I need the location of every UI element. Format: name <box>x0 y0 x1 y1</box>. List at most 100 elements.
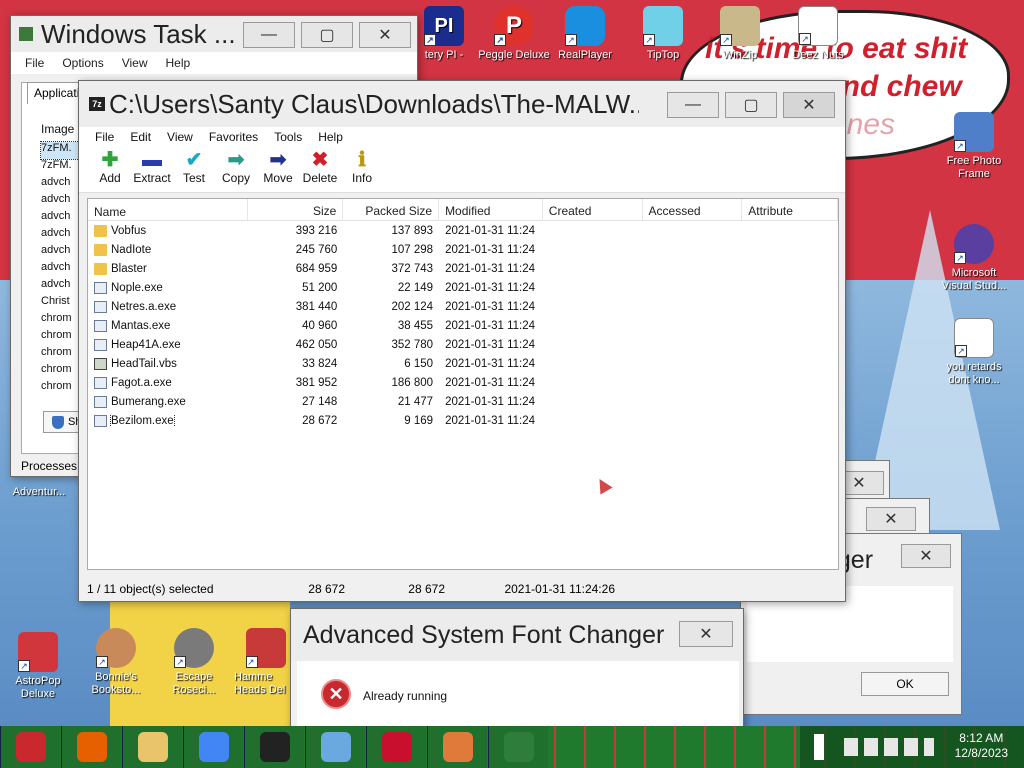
cell-name: Fagot.a.exe <box>88 376 248 389</box>
desktop-icon-you-retards[interactable]: ↗ you retards dont kno... <box>938 318 1010 387</box>
close-button[interactable]: ✕ <box>359 22 411 48</box>
task-manager-titlebar[interactable]: Windows Task ... — ▢ ✕ <box>11 16 417 52</box>
minimize-button[interactable]: — <box>243 22 295 48</box>
sevenzip-statusbar: 1 / 11 object(s) selected 28 672 28 672 … <box>79 577 845 601</box>
ok-button[interactable]: OK <box>861 672 949 696</box>
error-message: Already running <box>363 689 448 703</box>
toolbar-extract-button[interactable]: ▬ Extract <box>131 147 173 192</box>
taskbar-button-paint[interactable] <box>305 726 365 768</box>
file-icon <box>94 376 107 389</box>
desktop-icon-label: RealPlayer <box>558 49 612 61</box>
desktop-icon-winzip[interactable]: ↗ WinZip <box>704 6 776 62</box>
sevenzip-titlebar[interactable]: 7z C:\Users\Santy Claus\Downloads\The-MA… <box>79 81 845 127</box>
table-row[interactable]: Heap41A.exe 462 050 352 780 2021-01-31 11:2… <box>88 335 838 354</box>
menu-file[interactable]: File <box>87 130 122 144</box>
column-header-name[interactable]: Name <box>88 199 248 220</box>
column-header-created[interactable]: Created <box>543 199 643 220</box>
cell-modified: 2021-01-31 11:24 <box>445 262 536 275</box>
maximize-icon: ▢ <box>743 97 759 114</box>
table-row[interactable]: Nople.exe 51 200 22 149 2021-01-31 11:24 <box>88 278 838 297</box>
desktop-icon-visual-studio[interactable]: ↗ Microsoft Visual Stud... <box>938 224 1010 293</box>
cell-modified: 2021-01-31 11:24 <box>445 395 536 408</box>
toolbar-add-button[interactable]: ✚ Add <box>89 147 131 192</box>
minimize-button[interactable]: — <box>667 92 719 118</box>
tray-icons[interactable] <box>844 738 934 756</box>
move-icon: ➡ <box>269 149 287 171</box>
cell-packed: 9 169 <box>404 414 434 427</box>
file-icon <box>94 357 107 370</box>
taskbar-button-file-explorer[interactable] <box>122 726 182 768</box>
table-row[interactable]: HeadTail.vbs 33 824 6 150 2021-01-31 11:24 <box>88 354 838 373</box>
toolbar-info-button[interactable]: ℹ Info <box>341 147 383 192</box>
desktop-icon-astropop[interactable]: ↗ AstroPop Deluxe <box>2 632 74 701</box>
table-row[interactable]: NadIote 245 760 107 298 2021-01-31 11:24 <box>88 240 838 259</box>
maximize-button[interactable]: ▢ <box>301 22 353 48</box>
column-header-accessed[interactable]: Accessed <box>643 199 743 220</box>
copy-icon: ➡ <box>227 149 245 171</box>
close-button[interactable]: ✕ <box>901 544 951 568</box>
table-row[interactable]: Mantas.exe 40 960 38 455 2021-01-31 11:24 <box>88 316 838 335</box>
taskbar-button-task-manager[interactable] <box>488 726 548 768</box>
desktop-icon-adventure[interactable]: Adventur... <box>4 486 74 499</box>
desktop-icon-label: TipTop <box>646 49 680 61</box>
sevenzip-menubar: File Edit View Favorites Tools Help <box>79 127 845 147</box>
file-name: Mantas.exe <box>111 319 171 332</box>
file-icon <box>94 414 107 427</box>
taskbar-button-firefox[interactable] <box>61 726 121 768</box>
taskbar-button-sevenzip[interactable] <box>244 726 304 768</box>
column-header-attributes[interactable]: Attribute <box>742 199 838 220</box>
table-row[interactable]: Blaster 684 959 372 743 2021-01-31 11:24 <box>88 259 838 278</box>
file-name: Netres.a.exe <box>111 300 177 313</box>
menu-options[interactable]: Options <box>62 56 103 70</box>
desktop-icon-bonnie[interactable]: ↗ Bonnie's Booksto... <box>80 628 152 697</box>
desktop-icon-tiptop[interactable]: ↗ TipTop <box>627 6 699 62</box>
desktop-icon-deez-nuts[interactable]: ↗ Deez Nuts <box>782 6 854 62</box>
desktop-icon-pi[interactable]: PI ↗ tery PI - <box>408 6 480 62</box>
cell-size: 245 760 <box>295 243 338 256</box>
toolbar-test-button[interactable]: ✔ Test <box>173 147 215 192</box>
desktop-icon-realplayer[interactable]: ↗ RealPlayer <box>549 6 621 62</box>
menu-view[interactable]: View <box>159 130 201 144</box>
close-button[interactable]: ✕ <box>866 507 916 531</box>
desktop-icon-hammer-heads[interactable]: ↗ Hamme Heads Del <box>234 628 298 697</box>
column-header-modified[interactable]: Modified <box>439 199 543 220</box>
desktop-icon-peggle[interactable]: P ↗ Peggle Deluxe <box>478 6 550 62</box>
close-button[interactable]: ✕ <box>679 621 733 647</box>
table-row[interactable]: Bumerang.exe 27 148 21 477 2021-01-31 11:24 <box>88 392 838 411</box>
cell-modified: 2021-01-31 11:24 <box>445 376 536 389</box>
chrome-icon <box>198 732 229 762</box>
menu-help[interactable]: Help <box>166 56 191 70</box>
desktop-icon-label: Adventur... <box>12 486 66 498</box>
menu-tools[interactable]: Tools <box>266 130 310 144</box>
table-row[interactable]: Netres.a.exe 381 440 202 124 2021-01-31 11:… <box>88 297 838 316</box>
menu-edit[interactable]: Edit <box>122 130 159 144</box>
menu-view[interactable]: View <box>122 56 148 70</box>
menu-file[interactable]: File <box>25 56 44 70</box>
menu-help[interactable]: Help <box>310 130 351 144</box>
toolbar-delete-button[interactable]: ✖ Delete <box>299 147 341 192</box>
status-modified: 2021-01-31 11:24:26 <box>504 582 615 596</box>
toolbar-move-button[interactable]: ➡ Move <box>257 147 299 192</box>
desktop-icon-escape[interactable]: ↗ Escape Roseci... <box>158 628 230 697</box>
table-row[interactable]: Bezilom.exe 28 672 9 169 2021-01-31 11:24 <box>88 411 838 430</box>
table-row[interactable]: Fagot.a.exe 381 952 186 800 2021-01-31 11:2… <box>88 373 838 392</box>
desktop-icon-free-photo-frame[interactable]: ↗ Free Photo Frame <box>938 112 1010 181</box>
close-button[interactable]: ✕ <box>783 92 835 118</box>
column-header-size[interactable]: Size <box>248 199 344 220</box>
taskbar-button-acrobat[interactable] <box>366 726 426 768</box>
file-name: Bumerang.exe <box>111 395 186 408</box>
desktop-icon-label: Free Photo Frame <box>946 155 1002 180</box>
sevenzip-app-icon: 7z <box>89 97 105 111</box>
column-header-packed-size[interactable]: Packed Size <box>343 199 440 220</box>
toolbar-copy-button[interactable]: ➡ Copy <box>215 147 257 192</box>
table-row[interactable]: Vobfus 393 216 137 893 2021-01-31 11:24 <box>88 221 838 240</box>
maximize-button[interactable]: ▢ <box>725 92 777 118</box>
taskbar-button-santa-start[interactable] <box>0 726 60 768</box>
menu-favorites[interactable]: Favorites <box>201 130 266 144</box>
taskbar-button-fish[interactable] <box>427 726 487 768</box>
taskbar-button-chrome[interactable] <box>183 726 243 768</box>
clock-date: 12/8/2023 <box>954 746 1008 760</box>
font-changer-titlebar[interactable]: Advanced System Font Changer ✕ <box>291 609 743 661</box>
shortcut-arrow-icon: ↗ <box>424 34 436 46</box>
taskbar-clock[interactable]: 8:12 AM 12/8/2023 <box>955 731 1008 761</box>
